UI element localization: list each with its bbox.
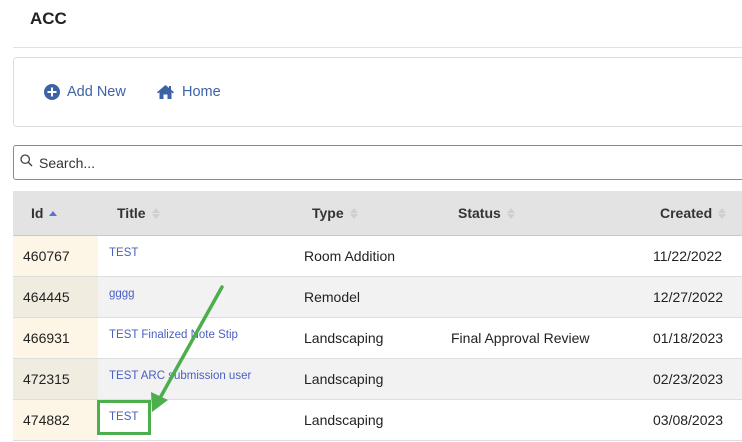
column-header-label: Title xyxy=(117,205,146,221)
column-header-id[interactable]: Id xyxy=(31,205,58,221)
table-header: Id Title Type Status Created xyxy=(13,191,742,236)
column-header-label: Type xyxy=(312,205,344,221)
sort-ascending-icon xyxy=(49,210,58,216)
add-new-label: Add New xyxy=(67,84,126,100)
column-header-created[interactable]: Created xyxy=(660,205,727,221)
home-button[interactable]: Home xyxy=(156,84,221,100)
search-input[interactable] xyxy=(37,153,721,172)
divider xyxy=(13,47,742,48)
sort-icon xyxy=(151,207,160,219)
row-type: Landscaping xyxy=(304,330,384,346)
row-created: 01/18/2023 xyxy=(653,330,724,346)
add-new-button[interactable]: Add New xyxy=(44,84,126,100)
home-label: Home xyxy=(182,84,221,100)
column-header-title[interactable]: Title xyxy=(117,205,160,221)
row-created: 03/08/2023 xyxy=(653,412,724,428)
row-id: 460767 xyxy=(23,248,70,264)
row-status: Final Approval Review xyxy=(451,330,590,346)
column-header-status[interactable]: Status xyxy=(458,205,515,221)
search-bar xyxy=(13,145,742,180)
row-type: Landscaping xyxy=(304,412,384,428)
row-id: 472315 xyxy=(23,371,70,387)
row-created: 12/27/2022 xyxy=(653,289,724,305)
column-header-label: Status xyxy=(458,205,501,221)
row-title-link[interactable]: gggg xyxy=(109,288,135,300)
column-header-label: Created xyxy=(660,205,713,221)
sort-icon xyxy=(506,207,515,219)
sort-icon xyxy=(349,207,358,219)
row-created: 11/22/2022 xyxy=(653,248,723,264)
row-title-link[interactable]: TEST Finalized Note Stip xyxy=(109,329,238,341)
row-type: Landscaping xyxy=(304,371,384,387)
plus-circle-icon xyxy=(44,84,60,100)
column-header-label: Id xyxy=(31,205,44,221)
row-created: 02/23/2023 xyxy=(653,371,724,387)
row-title-link[interactable]: TEST xyxy=(109,247,138,259)
row-id: 474882 xyxy=(23,412,70,428)
home-icon xyxy=(156,84,175,100)
table-row: 466931 TEST Finalized Note Stip Landscap… xyxy=(13,318,742,359)
row-type: Room Addition xyxy=(304,248,396,264)
table-row: 460767 TEST Room Addition 11/22/2022 xyxy=(13,236,742,277)
row-type: Remodel xyxy=(304,289,361,305)
table-row: 472315 TEST ARC submission user Landscap… xyxy=(13,359,742,400)
table-row: 464445 gggg Remodel 12/27/2022 xyxy=(13,277,742,318)
row-id: 464445 xyxy=(23,289,70,305)
row-title-link[interactable]: TEST ARC submission user xyxy=(109,370,251,382)
search-icon xyxy=(20,153,33,172)
row-id: 466931 xyxy=(23,330,70,346)
toolbar: Add New Home xyxy=(13,57,742,127)
sort-icon xyxy=(718,207,727,219)
page-title: ACC xyxy=(30,9,67,28)
column-header-type[interactable]: Type xyxy=(312,205,358,221)
annotation-highlight-box xyxy=(97,400,151,435)
